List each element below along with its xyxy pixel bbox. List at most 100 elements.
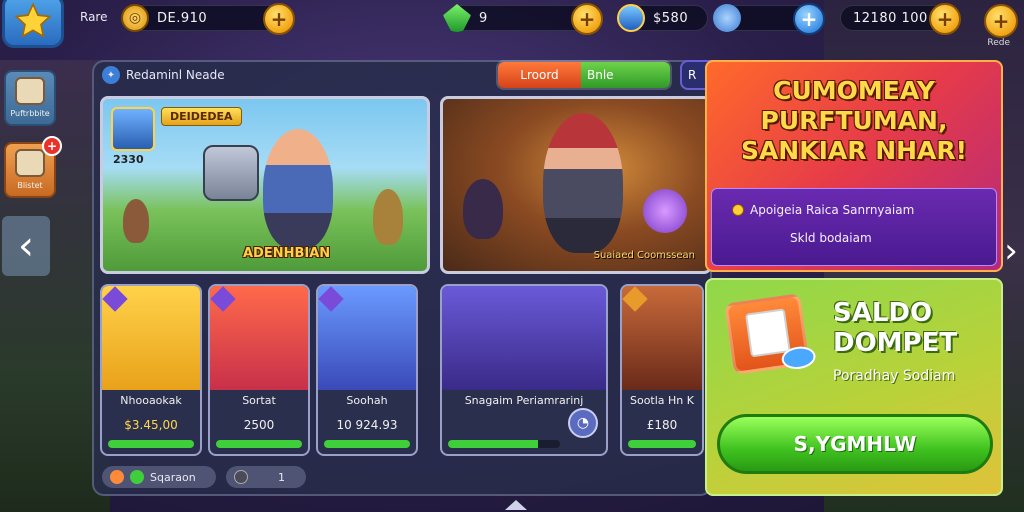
info-icon: ✦ bbox=[102, 66, 120, 84]
ally-illustration bbox=[373, 189, 403, 245]
star-profile-button[interactable] bbox=[2, 0, 64, 48]
promo-title: CUMOMEAY PURFTUMAN, SANKIAR NHAR! bbox=[707, 76, 1001, 166]
progress-fill bbox=[628, 440, 696, 448]
hero-card-art bbox=[442, 286, 606, 390]
blue-gem-icon bbox=[617, 4, 645, 32]
hero-card-price: $3.45,00 bbox=[124, 418, 178, 432]
featured-hero-card[interactable]: DEIDEDEA 2330 ADENHBIAN bbox=[100, 96, 430, 274]
lock-info-icon[interactable]: ◔ bbox=[568, 408, 598, 438]
panel-header: ✦ Redaminl Neade bbox=[102, 66, 225, 84]
receipt-icon bbox=[744, 308, 791, 358]
top-bar: Rare ◎ DE.910 + 9 + $580 + 12180 100 + +… bbox=[0, 0, 1024, 48]
tab-right[interactable]: Bnle bbox=[581, 62, 670, 88]
scroll-right-button[interactable]: › bbox=[1000, 226, 1022, 276]
scroll-left-button[interactable]: ‹ bbox=[2, 216, 50, 276]
progress-fill bbox=[108, 440, 194, 448]
hero-name: Suaiaed Coomssean bbox=[593, 250, 695, 261]
hero-card-progress bbox=[324, 440, 410, 448]
settings-icon bbox=[234, 470, 248, 484]
hero-card[interactable]: Snagaim Periamrarinj ◔ bbox=[440, 284, 608, 456]
promo-title-line: SANKIAR NHAR! bbox=[740, 136, 968, 165]
hero-card-name: Sortat bbox=[242, 394, 276, 407]
sidebar-item-gifts[interactable]: Blistet + bbox=[4, 136, 62, 198]
hero-card[interactable]: Nhooaokak $3.45,00 bbox=[100, 284, 202, 456]
enemy-illustration bbox=[463, 179, 503, 239]
sidebar-item-label: Blistet bbox=[17, 181, 43, 190]
promo-details: Apoigeia Raica Sanrnyaiam Skld bodaiam bbox=[711, 188, 997, 266]
gold-counter: 12180 100 + bbox=[840, 3, 961, 35]
gold-value: 12180 100 bbox=[853, 10, 928, 26]
hero-level: 2330 bbox=[113, 153, 144, 166]
player-name: Rare bbox=[80, 10, 108, 24]
expand-up-icon[interactable] bbox=[505, 500, 527, 510]
shop-icon bbox=[15, 77, 45, 105]
footer-chip-currency[interactable]: Sqaraon bbox=[102, 466, 216, 488]
promo-banner[interactable]: CUMOMEAY PURFTUMAN, SANKIAR NHAR! Apoige… bbox=[705, 60, 1003, 272]
rewards-plus-button[interactable]: + bbox=[984, 4, 1018, 38]
coin-value: DE.910 bbox=[157, 10, 208, 26]
hero-card[interactable]: Soohah 10 924.93 bbox=[316, 284, 418, 456]
promo-line-text: Apoigeia Raica Sanrnyaiam bbox=[750, 203, 915, 217]
promo-title-line: CUMOMEAY bbox=[773, 76, 935, 105]
tab-left[interactable]: Lroord bbox=[498, 62, 581, 88]
footer-chip-count[interactable]: 1 bbox=[226, 466, 306, 488]
add-coins-button[interactable]: + bbox=[263, 3, 295, 35]
hero-card-name: Soohah bbox=[346, 394, 388, 407]
hero-card-price: £180 bbox=[646, 418, 678, 432]
ally-illustration bbox=[123, 199, 149, 243]
crystal-counter: + bbox=[713, 3, 825, 35]
hero-name: ADENHBIAN bbox=[243, 246, 331, 261]
promo-title-line: PURFTUMAN, bbox=[760, 106, 948, 135]
magic-orb-icon bbox=[643, 189, 687, 233]
flame-icon bbox=[110, 470, 124, 484]
hero-card[interactable]: Sortat 2500 bbox=[208, 284, 310, 456]
hero-character-illustration bbox=[263, 129, 333, 249]
wallet-title-line: DOMPET bbox=[833, 328, 958, 358]
add-emerald-button[interactable]: + bbox=[571, 3, 603, 35]
hero-card-price: 10 924.93 bbox=[336, 418, 398, 432]
progress-fill bbox=[324, 440, 410, 448]
progress-fill bbox=[216, 440, 302, 448]
hero-card-progress bbox=[108, 440, 194, 448]
wallet-balance-card: SALDO DOMPET Poradhay Sodiam S,YGMHLW bbox=[705, 278, 1003, 496]
featured-hero-card-2[interactable]: Suaiaed Coomssean bbox=[440, 96, 712, 274]
progress-fill bbox=[448, 440, 538, 448]
hero-shop-panel: ✦ Redaminl Neade Lroord Bnle R DEIDEDEA … bbox=[92, 60, 720, 496]
hero-card-progress bbox=[216, 440, 302, 448]
footer-chip-label: Sqaraon bbox=[150, 470, 196, 484]
sidebar-item-label: Puftrbbite bbox=[10, 109, 50, 118]
category-toggle[interactable]: Lroord Bnle bbox=[496, 60, 672, 90]
emerald-gem-icon bbox=[130, 470, 144, 484]
shop-icon bbox=[15, 149, 45, 177]
emerald-value: 9 bbox=[479, 10, 488, 26]
add-crystal-button[interactable]: + bbox=[793, 3, 825, 35]
coin-icon bbox=[732, 204, 744, 216]
blue-gem-value: $580 bbox=[653, 10, 689, 26]
panel-title: Redaminl Neade bbox=[126, 68, 225, 82]
wallet-subtitle: Poradhay Sodiam bbox=[833, 368, 956, 384]
sidebar-item-shop[interactable]: Puftrbbite bbox=[4, 70, 56, 126]
hero-card-progress bbox=[628, 440, 696, 448]
hero-card-progress bbox=[448, 440, 560, 448]
hero-card-name: Nhooaokak bbox=[120, 394, 182, 407]
add-gold-button[interactable]: + bbox=[929, 3, 961, 35]
promo-line: Apoigeia Raica Sanrnyaiam bbox=[732, 203, 914, 217]
avatar bbox=[111, 107, 155, 151]
knight-character-illustration bbox=[543, 113, 623, 253]
hero-rank-badge: DEIDEDEA bbox=[161, 107, 242, 126]
hero-card-name: Sootla Hn K bbox=[629, 394, 694, 407]
rewards-label: Rede bbox=[987, 38, 1010, 48]
emerald-gem-icon bbox=[443, 4, 471, 32]
promo-line-2: Skld bodaiam bbox=[790, 231, 872, 245]
crystal-icon bbox=[713, 4, 741, 32]
star-icon bbox=[14, 2, 52, 38]
coin-icon: ◎ bbox=[121, 4, 149, 32]
hero-card[interactable]: Sootla Hn K £180 bbox=[620, 284, 704, 456]
blue-gem-counter: $580 bbox=[617, 4, 708, 32]
notification-badge: + bbox=[42, 136, 62, 156]
hammer-icon bbox=[203, 145, 259, 201]
wallet-title: SALDO DOMPET bbox=[833, 298, 957, 358]
emerald-counter: 9 + bbox=[443, 3, 603, 35]
wallet-action-button[interactable]: S,YGMHLW bbox=[717, 414, 993, 474]
wallet-title-line: SALDO bbox=[833, 298, 933, 328]
